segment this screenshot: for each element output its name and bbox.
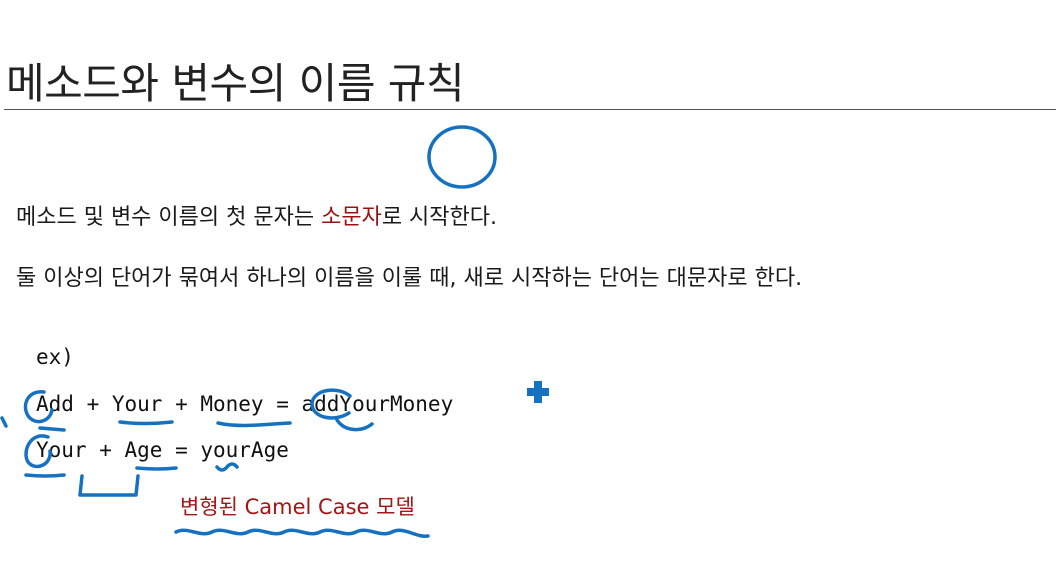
ink-underline-left [38,426,66,432]
ink-tick-left [0,416,8,428]
ink-bracket [78,474,140,497]
ink-wavy-underline-caption [174,528,430,538]
example-line-your-age: Your + Age = yourAge [36,438,289,462]
ink-circle-top [427,125,497,189]
example-line-add-your-money: Add + Your + Money = addYourMoney [36,392,454,416]
ink-squiggle-yourage [215,462,239,472]
ink-underline-age [135,466,178,471]
rule-lowercase-highlight: 소문자 [321,205,382,230]
plus-cursor-icon [527,381,549,403]
ink-underline-your [118,420,174,426]
plus-cursor-vertical-bar [534,381,542,403]
rule-lowercase-first-end: 로 시작한다. [381,205,498,230]
rule-camel-case: 둘 이상의 단어가 묶여서 하나의 이름을 이룰 때, 새로 시작하는 단어는 … [16,266,803,291]
camel-case-caption: 변형된 Camel Case 모델 [180,495,415,519]
title-divider [4,109,1056,110]
example-label: ex) [36,345,74,369]
rule-lowercase-first-text: 메소드 및 변수 이름의 첫 문자는 [16,205,322,230]
ink-underline-your-y [24,473,66,478]
ink-hook-dd [335,418,374,432]
ink-underline-money [216,421,292,428]
slide-title: 메소드와 변수의 이름 규칙 [6,59,465,108]
rule-lowercase-first: 메소드 및 변수 이름의 첫 문자는 소문자로 시작한다. [16,199,497,231]
